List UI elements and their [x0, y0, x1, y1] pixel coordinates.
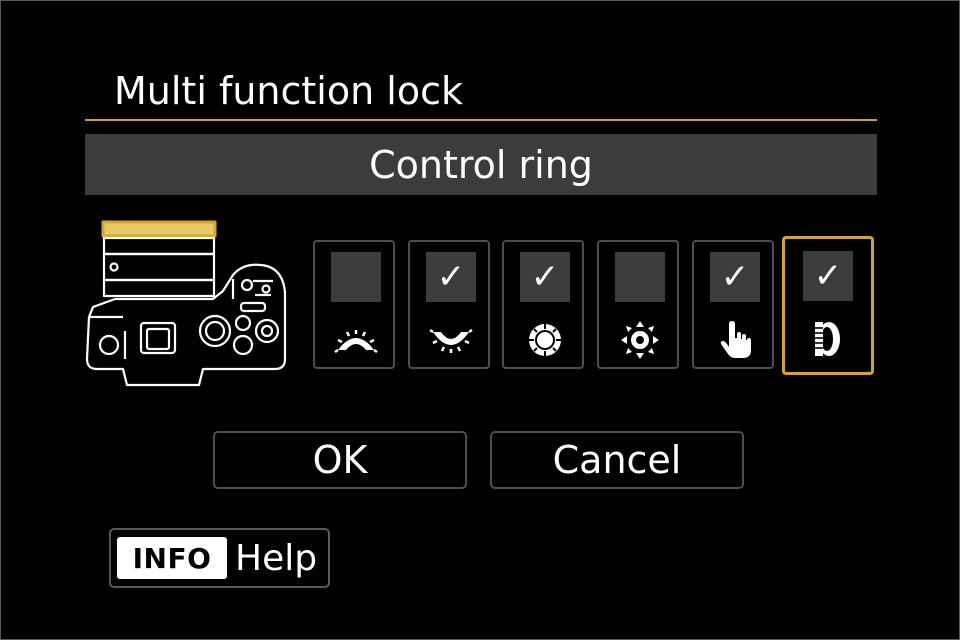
option-control-ring[interactable]: ✓: [782, 236, 874, 375]
option-checkbox[interactable]: [615, 252, 665, 302]
option-quick-control-dial[interactable]: ✓: [408, 240, 490, 369]
option-checkbox[interactable]: ✓: [520, 252, 570, 302]
option-quick-control-wheel[interactable]: ✓: [502, 240, 584, 369]
info-help-button[interactable]: INFO Help: [109, 528, 330, 588]
option-main-dial[interactable]: [313, 240, 395, 369]
page-title: Multi function lock: [114, 69, 463, 113]
option-checkbox[interactable]: ✓: [803, 251, 853, 301]
option-checkbox[interactable]: ✓: [426, 252, 476, 302]
touch-control-icon: [720, 321, 751, 358]
main-dial-icon: [334, 330, 378, 354]
help-label: Help: [235, 537, 318, 579]
control-ring-icon: [815, 322, 840, 356]
camera-menu-screen: Multi function lock Control ring ✓ ✓ ✓ ✓…: [0, 0, 960, 640]
info-badge: INFO: [117, 537, 227, 579]
title-divider: [85, 119, 877, 121]
option-multi-controller[interactable]: [597, 240, 679, 369]
selected-control-label: Control ring: [85, 134, 877, 195]
camera-top-icon: [85, 220, 287, 387]
multi-controller-icon: [621, 321, 659, 359]
ok-button[interactable]: OK: [213, 431, 467, 489]
option-touch-control[interactable]: ✓: [692, 240, 774, 369]
cancel-button[interactable]: Cancel: [490, 431, 744, 489]
quick-control-dial-icon: [429, 328, 473, 353]
option-checkbox[interactable]: [331, 252, 381, 302]
quick-control-wheel-icon: [529, 324, 561, 356]
option-checkbox[interactable]: ✓: [710, 252, 760, 302]
